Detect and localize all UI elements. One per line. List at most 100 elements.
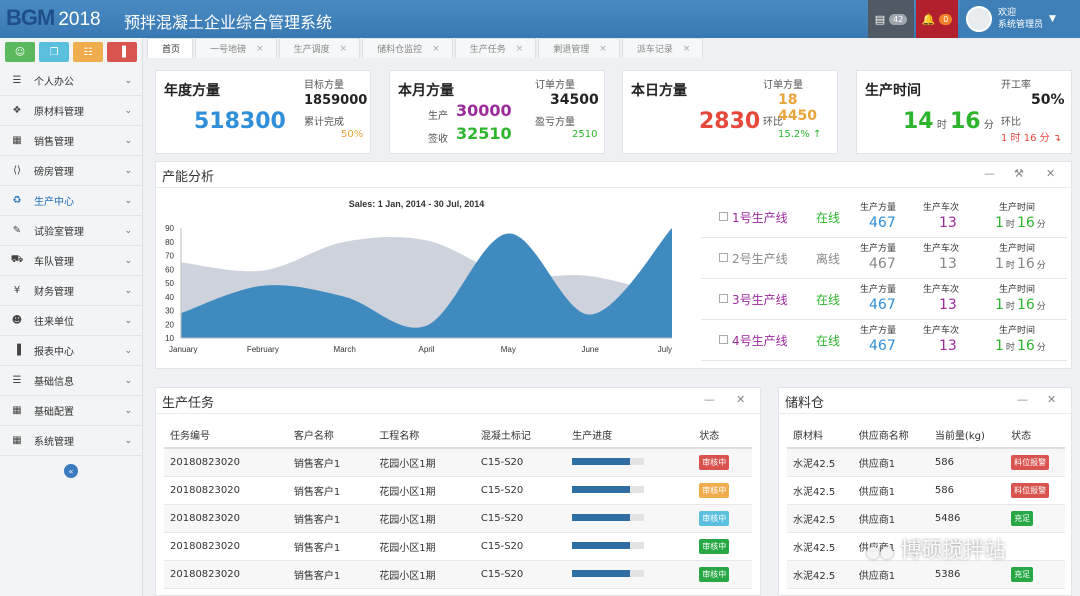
line-amount: 467 bbox=[869, 215, 896, 231]
cell-status: 审核中 bbox=[693, 504, 752, 533]
close-icon[interactable]: × bbox=[683, 44, 691, 54]
line-hours-unit: 时 bbox=[1005, 261, 1015, 271]
line-checkbox[interactable] bbox=[719, 253, 728, 262]
status-badge: 审核中 bbox=[699, 538, 730, 554]
column-header: 原材料 bbox=[787, 422, 853, 449]
tab[interactable]: 剩退管理 × bbox=[538, 38, 620, 58]
table-row[interactable]: 20180823020 销售客户1 花园小区1期 C15-S20 审核中 bbox=[164, 504, 752, 533]
line-checkbox[interactable] bbox=[719, 335, 728, 344]
tab[interactable]: 生产任务 × bbox=[454, 38, 537, 58]
user-menu[interactable]: 欢迎 系统管理员 ▼ bbox=[960, 0, 1080, 38]
table-row[interactable]: 20180823020 销售客户1 花园小区1期 C15-S20 审核中 bbox=[164, 476, 752, 505]
avatar bbox=[966, 6, 992, 32]
top-bar: BGM 2018 预拌混凝土企业综合管理系统 ▤ 42 🔔 0 欢迎 系统管理员 … bbox=[0, 0, 1080, 38]
copy-icon[interactable]: ❐ bbox=[39, 42, 69, 62]
sidebar-item[interactable]: ⟨⟩ 磅房管理 ⌄ bbox=[0, 156, 142, 186]
sidebar-item[interactable]: ▐ 报表中心 ⌄ bbox=[0, 336, 142, 366]
sidebar-item[interactable]: ¥ 财务管理 ⌄ bbox=[0, 276, 142, 306]
tab[interactable]: 储料仓监控 × bbox=[362, 38, 453, 58]
minimize-icon[interactable]: — bbox=[704, 393, 715, 406]
line-checkbox[interactable] bbox=[719, 212, 728, 221]
messages-button[interactable]: ▤ 42 bbox=[868, 0, 914, 38]
cell-project: 花园小区1期 bbox=[373, 476, 475, 505]
sidebar-item[interactable]: ☻ 往来单位 ⌄ bbox=[0, 306, 142, 336]
monthly-pl: 2510 bbox=[572, 129, 598, 140]
line-status: 在线 bbox=[816, 334, 841, 348]
cell-material: 水泥42.5 bbox=[787, 448, 853, 477]
sidebar-item[interactable]: ▦ 系统管理 ⌄ bbox=[0, 426, 142, 456]
line-time: 1 时 16 分 bbox=[995, 256, 1048, 272]
cell-status: 料位报警 bbox=[1005, 476, 1065, 505]
line-minutes-unit: 分 bbox=[1036, 343, 1046, 353]
column-header: 生产进度 bbox=[566, 422, 694, 449]
tab-label: 生产调度 bbox=[293, 45, 330, 55]
time-hours: 14 bbox=[903, 109, 934, 134]
column-header: 工程名称 bbox=[373, 422, 475, 449]
table-row[interactable]: 20180823020 销售客户1 花园小区1期 C15-S20 审核中 bbox=[164, 560, 752, 589]
progress-fill bbox=[572, 485, 630, 493]
sidebar-item[interactable]: ⛟ 车队管理 ⌄ bbox=[0, 246, 142, 276]
status-badge: 充足 bbox=[1011, 510, 1034, 526]
progress-bar bbox=[572, 569, 645, 577]
sidebar-item[interactable]: ✎ 试验室管理 ⌄ bbox=[0, 216, 142, 246]
close-icon[interactable]: × bbox=[256, 44, 264, 54]
tab[interactable]: 派车记录 × bbox=[621, 38, 704, 58]
table-row[interactable]: 水泥42.5 供应商1 586 料位报警 bbox=[787, 448, 1065, 477]
sidebar-item[interactable]: ☰ 基础信息 ⌄ bbox=[0, 366, 142, 396]
column-header: 供应商名称 bbox=[852, 422, 929, 449]
tab[interactable]: 首页 bbox=[147, 38, 194, 58]
collapse-sidebar-icon[interactable]: « bbox=[64, 464, 78, 478]
cell-material: 水泥42.5 bbox=[787, 476, 853, 505]
notifications-button[interactable]: 🔔 0 bbox=[916, 0, 958, 38]
sidebar-item[interactable]: ☰ 个人办公 ⌄ bbox=[0, 66, 142, 96]
tab[interactable]: 生产调度 × bbox=[278, 38, 361, 58]
tab[interactable]: 一号地磅 × bbox=[195, 38, 277, 58]
daily-ratio-row: 15.2% ↑ bbox=[778, 129, 821, 140]
cell-grade: C15-S20 bbox=[474, 532, 567, 561]
sidebar-item[interactable]: ▦ 基础配置 ⌄ bbox=[0, 396, 142, 426]
table-row[interactable]: 水泥42.5 供应商1 586 料位报警 bbox=[787, 476, 1065, 505]
line-status: 在线 bbox=[816, 211, 841, 225]
minimize-icon[interactable]: — bbox=[1017, 393, 1028, 406]
annual-card: 年度方量 518300 目标方量 1859000 累计完成 50% bbox=[155, 70, 371, 154]
time-rate-label: 开工率 bbox=[1001, 80, 1031, 91]
time-hours-unit: 时 bbox=[936, 120, 947, 131]
line-checkbox[interactable] bbox=[719, 294, 728, 303]
line-amount: 467 bbox=[869, 256, 896, 272]
sidebar-item[interactable]: ❖ 原材料管理 ⌄ bbox=[0, 96, 142, 126]
daily-order: 18 4450 bbox=[778, 92, 817, 124]
line-col-header: 生产时间 bbox=[999, 244, 1036, 254]
line-minutes: 16 bbox=[1016, 338, 1035, 354]
annual-done: 50% bbox=[341, 129, 364, 140]
cell-client: 销售客户1 bbox=[287, 532, 374, 561]
monthly-title: 本月方量 bbox=[398, 83, 454, 99]
tasks-title: 生产任务 bbox=[162, 396, 215, 411]
file-icon[interactable]: ☷ bbox=[73, 42, 103, 62]
close-icon[interactable]: × bbox=[516, 44, 524, 54]
tasks-table: 任务编号 客户名称 工程名称 混凝土标记 生产进度 状态 20180823020 销售客户1… bbox=[164, 422, 752, 589]
close-icon[interactable]: × bbox=[599, 44, 607, 54]
close-icon[interactable]: × bbox=[340, 44, 348, 54]
annual-target: 1859000 bbox=[304, 93, 368, 108]
users-icon[interactable]: ☺ bbox=[5, 42, 35, 62]
table-row[interactable]: 水泥42.5 供应商1 5486 充足 bbox=[787, 504, 1065, 533]
cell-grade: C15-S20 bbox=[474, 448, 567, 477]
close-icon[interactable]: × bbox=[432, 44, 440, 54]
column-header: 客户名称 bbox=[287, 422, 374, 449]
progress-bar bbox=[572, 513, 645, 521]
column-header: 混凝土标记 bbox=[474, 422, 567, 449]
close-icon[interactable]: ✕ bbox=[1047, 393, 1056, 406]
bell-icon: 🔔 bbox=[921, 12, 936, 26]
status-badge: 料位报警 bbox=[1011, 454, 1050, 470]
monthly-order-label: 订单方量 bbox=[535, 80, 575, 91]
table-row[interactable]: 水泥42.5 供应商1 5386 充足 bbox=[787, 560, 1065, 589]
table-row[interactable]: 20180823020 销售客户1 花园小区1期 C15-S20 审核中 bbox=[164, 532, 752, 561]
sidebar-item[interactable]: ♻ 生产中心 ⌄ bbox=[0, 186, 142, 216]
close-icon[interactable]: ✕ bbox=[736, 393, 745, 406]
bar-chart-icon[interactable]: ▐ bbox=[107, 42, 137, 62]
sidebar-item[interactable]: ▦ 销售管理 ⌄ bbox=[0, 126, 142, 156]
cell-project: 花园小区1期 bbox=[373, 448, 475, 477]
user-welcome: 欢迎 系统管理员 bbox=[998, 7, 1043, 31]
annual-title: 年度方量 bbox=[164, 83, 220, 99]
table-row[interactable]: 20180823020 销售客户1 花园小区1期 C15-S20 审核中 bbox=[164, 448, 752, 477]
